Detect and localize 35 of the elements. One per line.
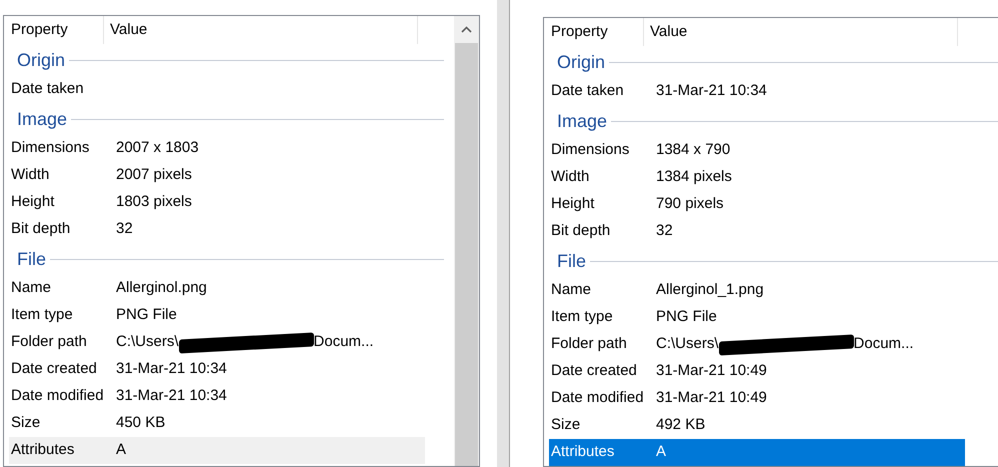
property-row[interactable]: Item type PNG File [9, 302, 425, 329]
group-heading: File [557, 250, 586, 272]
property-row[interactable]: Date taken [9, 76, 425, 103]
property-row[interactable]: Name Allerginol.png [9, 275, 425, 302]
column-header[interactable]: Property [4, 16, 104, 44]
property-row[interactable]: Folder path C:\Users\ Docum... [9, 329, 425, 356]
property-row[interactable]: Dimensions 2007 x 1803 [9, 135, 425, 162]
property-row[interactable]: Size 450 KB [9, 410, 425, 437]
property-row[interactable]: Attributes A [549, 439, 965, 466]
property-row[interactable]: Folder path C:\Users\ Docum... [549, 331, 965, 358]
column-header[interactable]: Value [104, 16, 418, 44]
property-row[interactable]: Attributes A [9, 437, 425, 464]
scroll-up-icon[interactable] [461, 26, 472, 33]
property-row[interactable]: Item type PNG File [549, 304, 965, 331]
property-row[interactable]: Name Allerginol_1.png [549, 277, 965, 304]
group-heading: Image [557, 110, 608, 133]
property-row[interactable]: Height 1803 pixels [9, 189, 425, 216]
property-row[interactable]: Size 492 KB [549, 412, 965, 439]
group-heading: File [17, 248, 46, 270]
group-heading: Origin [17, 48, 66, 72]
property-row[interactable]: Width 2007 pixels [9, 162, 425, 189]
property-row[interactable]: Bit depth 32 [9, 216, 425, 243]
property-row[interactable]: Height 790 pixels [549, 191, 965, 218]
property-row[interactable]: Date created 31-Mar-21 10:49 [549, 358, 965, 385]
property-row[interactable]: Bit depth 32 [549, 218, 965, 245]
property-row[interactable]: Date modified 31-Mar-21 10:34 [9, 383, 425, 410]
group-heading: Image [17, 108, 68, 131]
property-row[interactable]: Dimensions 1384 x 790 [549, 137, 965, 164]
group-heading: Origin [557, 50, 606, 74]
property-row[interactable]: Date modified 31-Mar-21 10:49 [549, 385, 965, 412]
column-header[interactable]: Property [544, 18, 644, 46]
property-row[interactable]: Date created 31-Mar-21 10:34 [9, 356, 425, 383]
column-header[interactable]: Value [644, 18, 958, 46]
property-row[interactable]: Date taken 31-Mar-21 10:34 [549, 78, 965, 105]
property-row[interactable]: Width 1384 pixels [549, 164, 965, 191]
